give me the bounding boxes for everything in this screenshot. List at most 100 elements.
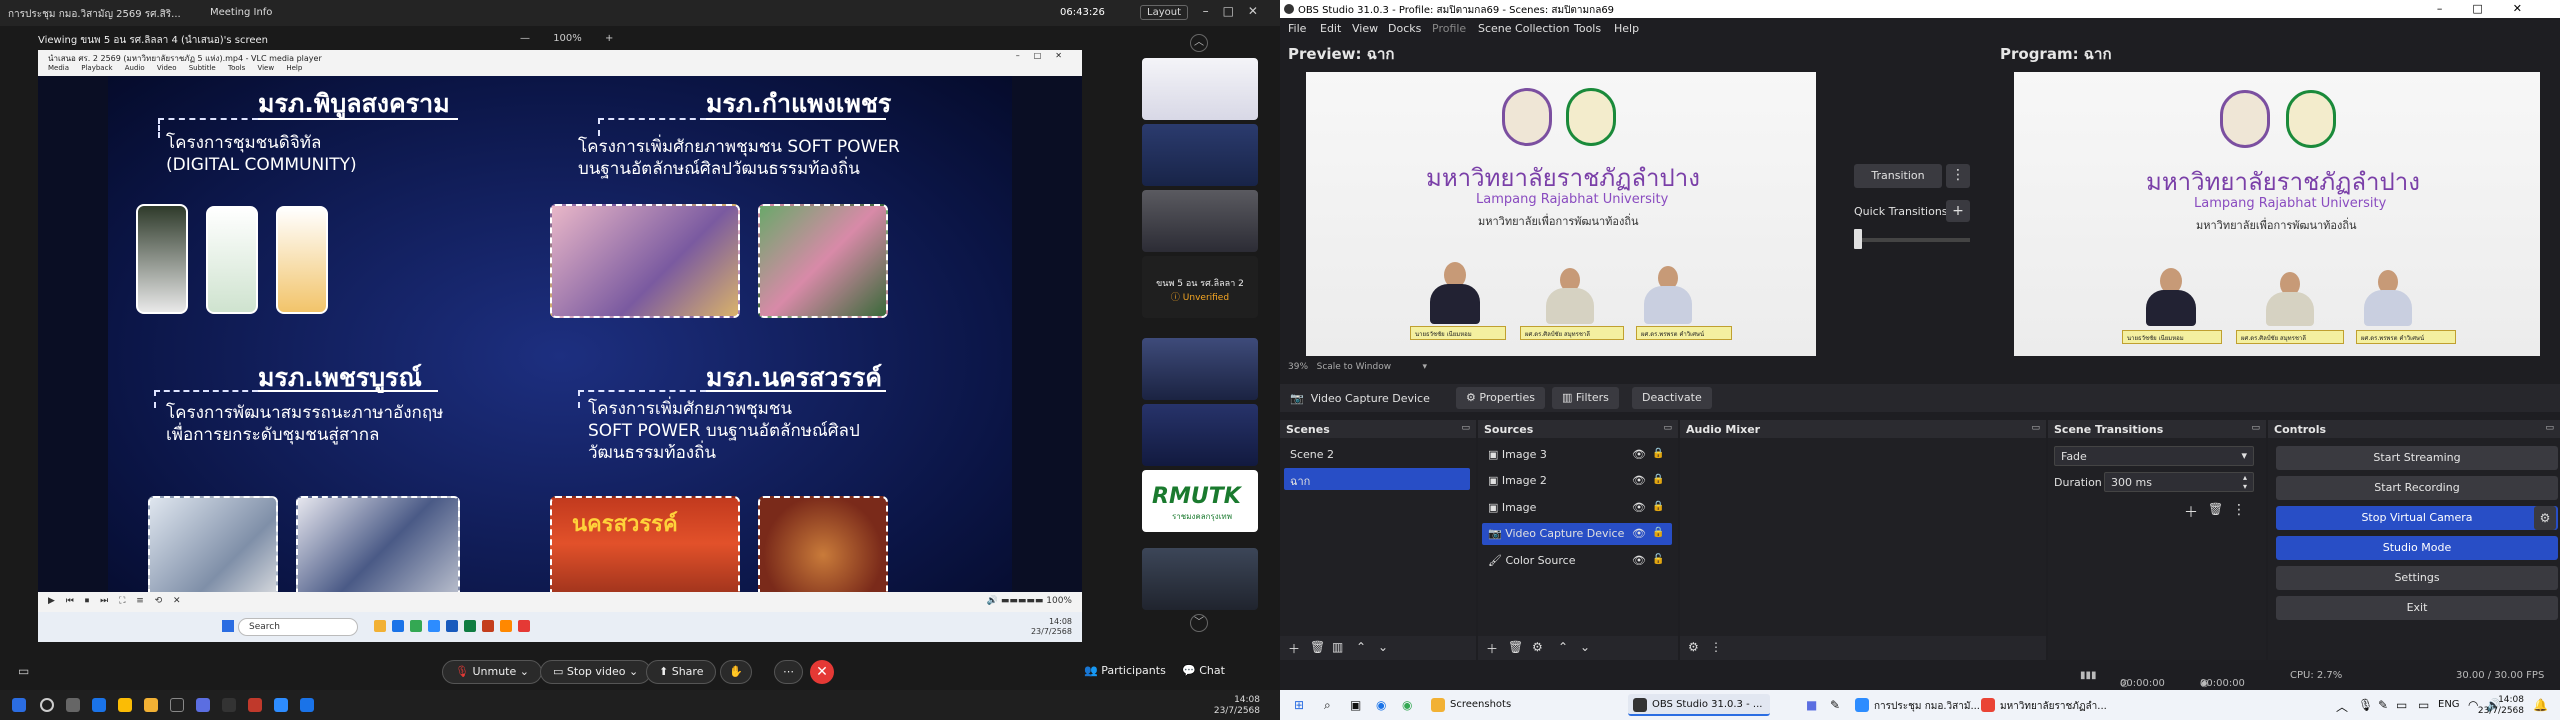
eye-icon[interactable]: 👁 — [1632, 448, 1646, 461]
participant-tile[interactable] — [1142, 338, 1258, 400]
menu-view[interactable]: View — [1352, 22, 1378, 35]
taskbar-app-zoom[interactable]: การประชุม กมอ.วิสามั... — [1850, 694, 1988, 716]
camera-icon[interactable]: ▭ — [2396, 698, 2407, 712]
leave-meeting-button[interactable]: ✕ — [810, 660, 834, 684]
eye-icon[interactable]: 👁 — [1632, 554, 1646, 567]
search-icon[interactable]: ⌕ — [1324, 698, 1331, 713]
participant-tile[interactable] — [1142, 548, 1258, 610]
exit-button[interactable]: Exit — [2276, 596, 2558, 620]
eye-icon[interactable]: 👁 — [1632, 474, 1646, 487]
task-view-icon[interactable]: ▣ — [1350, 698, 1361, 712]
scene-item-chak[interactable]: ฉาก — [1284, 468, 1470, 490]
edge-icon[interactable] — [92, 698, 106, 712]
edge-icon[interactable]: ◉ — [1376, 698, 1386, 712]
menu-scene-collection[interactable]: Scene Collection — [1478, 22, 1569, 35]
duration-input[interactable]: 300 ms ▴ ▾ — [2104, 472, 2254, 492]
taskbar-app-screenshots[interactable]: Screenshots — [1426, 694, 1519, 716]
obs-icon[interactable] — [222, 698, 236, 712]
zoom-icon[interactable] — [274, 698, 288, 712]
windows-start-icon[interactable]: ⊞ — [1294, 698, 1304, 712]
move-up-icon[interactable]: ⌃ — [1558, 640, 1568, 654]
gear-icon[interactable]: ⚙ — [1532, 640, 1543, 654]
preview-canvas[interactable]: มหาวิทยาลัยราชภัฏลำปาง Lampang Rajabhat … — [1306, 72, 1816, 356]
trash-icon[interactable]: 🗑 — [2208, 502, 2223, 516]
transition-type-select[interactable]: Fade ▾ — [2054, 446, 2254, 466]
notification-bell-icon[interactable]: 🔔 — [2533, 698, 2548, 712]
folder-icon[interactable] — [144, 698, 158, 712]
menu-profile[interactable]: Profile — [1432, 22, 1466, 35]
settings-button[interactable]: Settings — [2276, 566, 2558, 590]
battery-icon[interactable]: ▭ — [2418, 698, 2429, 712]
terminal-icon[interactable] — [170, 698, 184, 712]
add-icon[interactable]: ＋ — [1486, 640, 1498, 657]
share-button[interactable]: ⬆ Share — [646, 660, 717, 684]
preview-scale[interactable]: 39% Scale to Window ▾ — [1288, 362, 1427, 372]
chrome-icon[interactable] — [300, 698, 314, 712]
more-dots-icon[interactable]: ⋮ — [2232, 502, 2246, 518]
participant-tile[interactable] — [1142, 124, 1258, 186]
zoom-out-icon[interactable]: — — [520, 33, 530, 44]
source-item-image[interactable]: ▣ Image 👁 🔒 — [1482, 497, 1672, 519]
menu-help[interactable]: Help — [1614, 22, 1639, 35]
language-indicator[interactable]: ENG — [2438, 699, 2460, 710]
menu-docks[interactable]: Docks — [1388, 22, 1421, 35]
scene-item-2[interactable]: Scene 2 — [1284, 444, 1470, 466]
stepper-icon[interactable]: ▴ ▾ — [2243, 473, 2247, 491]
move-down-icon[interactable]: ⌄ — [1378, 640, 1388, 654]
add-icon[interactable]: ＋ — [1288, 640, 1300, 657]
deactivate-button[interactable]: Deactivate — [1632, 387, 1712, 409]
t-bar-track[interactable] — [1854, 238, 1970, 242]
lock-icon[interactable]: 🔒 — [1652, 527, 1664, 538]
participant-tile[interactable] — [1142, 190, 1258, 252]
transition-button[interactable]: Transition — [1854, 164, 1942, 188]
mic-icon[interactable]: 🎙 — [2358, 698, 2373, 712]
meeting-info-link[interactable]: Meeting Info — [210, 7, 272, 18]
unlock-icon[interactable]: 🔓 — [1652, 554, 1664, 565]
studio-mode-button[interactable]: Studio Mode — [2276, 536, 2558, 560]
transition-menu-icon[interactable]: ⋮ — [1946, 164, 1970, 188]
trash-icon[interactable]: 🗑 — [1508, 640, 1523, 654]
pen-icon[interactable]: ✎ — [2378, 698, 2388, 712]
virtual-camera-settings-icon[interactable]: ⚙ — [2534, 506, 2556, 530]
stop-video-button[interactable]: ▭ Stop video ⌄ — [540, 660, 652, 684]
start-streaming-button[interactable]: Start Streaming — [2276, 446, 2558, 470]
captions-icon[interactable]: ▭ — [18, 664, 29, 678]
vlc-playback-buttons[interactable]: ▶ ⏮ ⏹ ⏭ ⛶ ≡ ⟲ ✕ — [48, 596, 185, 606]
participant-tile[interactable]: RMUTK ราชมงคลกรุงเทพ — [1142, 470, 1258, 532]
zoom-in-icon[interactable]: + — [605, 33, 613, 44]
participant-tile[interactable] — [1142, 404, 1258, 466]
pen-icon[interactable]: ✎ — [1830, 698, 1840, 712]
eye-icon[interactable]: 👁 — [1632, 527, 1646, 540]
source-item-color-source[interactable]: 🖌 Color Source 👁 🔓 — [1482, 550, 1672, 572]
advanced-audio-icon[interactable]: ⚙ — [1688, 640, 1699, 654]
participants-button[interactable]: 👥 Participants — [1072, 660, 1178, 684]
filter-icon[interactable]: ▥ — [1332, 640, 1343, 654]
undock-icon[interactable]: ▭ — [2545, 423, 2554, 433]
undock-icon[interactable]: ▭ — [1461, 423, 1470, 433]
zoom-level-control[interactable]: — 100% + — [510, 33, 623, 44]
eye-icon[interactable]: 👁 — [1632, 501, 1646, 514]
chevron-down-icon[interactable]: ﹀ — [1190, 614, 1208, 632]
menu-file[interactable]: File — [1288, 22, 1306, 35]
task-view-icon[interactable] — [66, 698, 80, 712]
move-down-icon[interactable]: ⌄ — [1580, 640, 1590, 654]
stop-virtual-camera-button[interactable]: Stop Virtual Camera — [2276, 506, 2558, 530]
undock-icon[interactable]: ▭ — [2251, 423, 2260, 433]
taskbar-app-browser[interactable]: มหาวิทยาลัยราชภัฏลำ... — [1976, 694, 2115, 716]
undock-icon[interactable]: ▭ — [1663, 423, 1672, 433]
properties-button[interactable]: ⚙ Properties — [1456, 387, 1545, 409]
window-controls[interactable]: –□✕ — [1203, 4, 1272, 18]
taskbar-app-obs[interactable]: OBS Studio 31.0.3 - ... — [1628, 694, 1771, 716]
add-quick-transition-icon[interactable]: + — [1946, 200, 1970, 222]
undock-icon[interactable]: ▭ — [2031, 423, 2040, 433]
lock-icon[interactable]: 🔒 — [1652, 474, 1664, 485]
search-icon[interactable] — [40, 698, 54, 712]
lock-icon[interactable]: 🔒 — [1652, 448, 1664, 459]
menu-tools[interactable]: Tools — [1574, 22, 1601, 35]
source-item-video-capture[interactable]: 📷 Video Capture Device 👁 🔒 — [1482, 523, 1672, 545]
filters-button[interactable]: ▥ Filters — [1552, 387, 1619, 409]
t-bar-handle[interactable] — [1854, 229, 1862, 249]
more-dots-icon[interactable]: ⋮ — [1710, 640, 1722, 654]
unmute-button[interactable]: 🎙 Unmute ⌄ — [442, 660, 542, 684]
chrome-icon[interactable] — [118, 698, 132, 712]
